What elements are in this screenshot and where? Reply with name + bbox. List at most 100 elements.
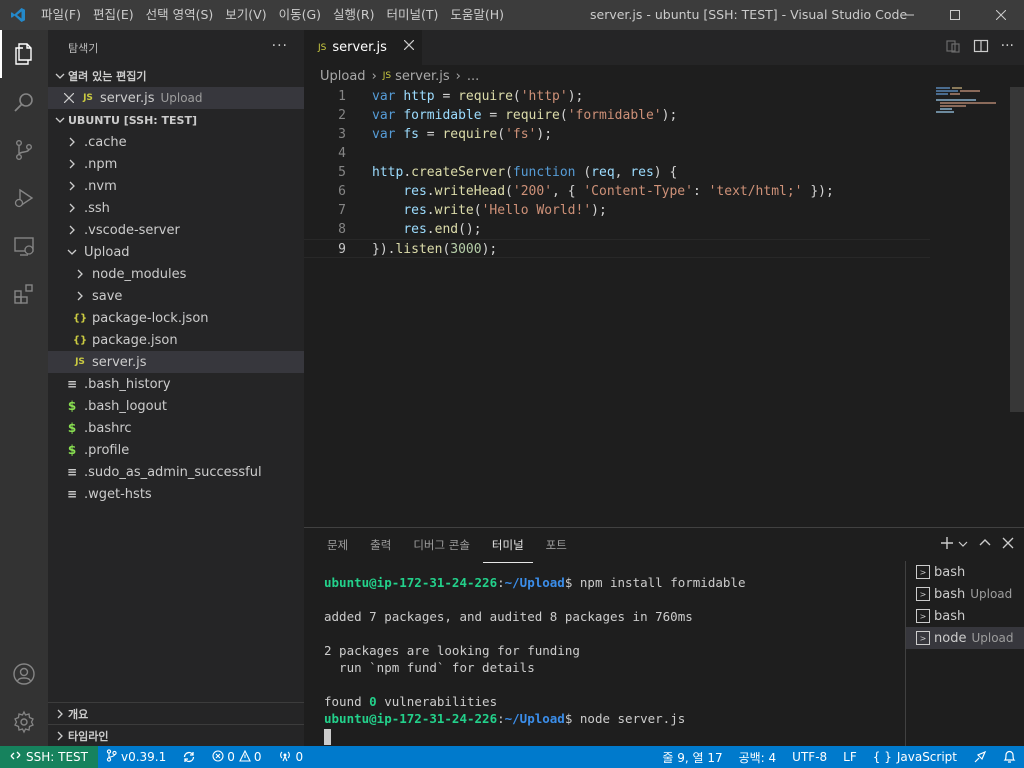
- tab-output[interactable]: 출력: [361, 528, 400, 563]
- tab-debug-console[interactable]: 디버그 콘솔: [404, 528, 479, 563]
- open-changes-icon[interactable]: [945, 38, 961, 58]
- sync-icon[interactable]: [174, 746, 204, 768]
- cursor-position[interactable]: 줄 9, 열 17: [654, 746, 730, 768]
- file-tree-item[interactable]: $ .profile: [48, 439, 304, 461]
- file-tree-item[interactable]: .npm: [48, 153, 304, 175]
- terminal-output[interactable]: ubuntu@ip-172-31-24-226:~/Upload$ npm in…: [324, 574, 904, 745]
- outline-section[interactable]: 개요: [48, 702, 304, 724]
- shell-file-icon: $: [67, 421, 77, 435]
- timeline-section[interactable]: 타임라인: [48, 724, 304, 746]
- terminal-icon: >: [916, 609, 930, 623]
- file-tree-item[interactable]: .ssh: [48, 197, 304, 219]
- tab-problems[interactable]: 문제: [318, 528, 357, 563]
- maximize-panel-icon[interactable]: [978, 536, 992, 554]
- file-tree-item[interactable]: ≡ .sudo_as_admin_successful: [48, 461, 304, 483]
- more-actions-icon[interactable]: ···: [1001, 38, 1014, 58]
- tab-terminal[interactable]: 터미널: [482, 528, 533, 563]
- workspace-section[interactable]: UBUNTU [SSH: TEST]: [48, 109, 304, 131]
- terminal-item[interactable]: > node Upload: [906, 627, 1024, 649]
- code-line: 9}).listen(3000);: [304, 239, 930, 258]
- file-tree-item[interactable]: save: [48, 285, 304, 307]
- more-actions-icon[interactable]: ···: [272, 38, 288, 54]
- chevron-down-icon[interactable]: [958, 538, 968, 553]
- ports-item[interactable]: 0: [270, 746, 312, 768]
- menu-terminal[interactable]: 터미널(T): [381, 0, 445, 30]
- file-tree-item[interactable]: Upload: [48, 241, 304, 263]
- line-number: 8: [338, 222, 346, 237]
- open-editor-item[interactable]: JS server.js Upload: [48, 87, 304, 109]
- tab-server-js[interactable]: JS server.js: [304, 30, 422, 65]
- file-tree-item[interactable]: $ .bashrc: [48, 417, 304, 439]
- line-number: 2: [338, 108, 346, 123]
- menu-go[interactable]: 이동(G): [273, 0, 327, 30]
- terminal-item[interactable]: > bash: [906, 561, 1024, 583]
- notifications-icon[interactable]: [995, 746, 1024, 768]
- extensions-icon[interactable]: [0, 270, 48, 318]
- terminal-name: node: [934, 630, 967, 646]
- file-tree-item[interactable]: $ .bash_logout: [48, 395, 304, 417]
- menu-run[interactable]: 실행(R): [327, 0, 380, 30]
- minimap[interactable]: [936, 87, 1006, 127]
- close-icon: [996, 10, 1006, 20]
- terminal-list: > bash > bash Upload > bash > node Upload: [905, 561, 1024, 747]
- breadcrumb-file[interactable]: server.js: [395, 69, 449, 84]
- feedback-icon[interactable]: [965, 746, 995, 768]
- open-editors-section[interactable]: 열려 있는 편집기: [48, 65, 304, 87]
- terminal-item[interactable]: > bash: [906, 605, 1024, 627]
- code-editor[interactable]: 1 var http = require('http'); 2 var formida…: [304, 87, 1024, 527]
- close-panel-icon[interactable]: [1002, 537, 1014, 553]
- menu-file[interactable]: 파일(F): [35, 0, 87, 30]
- breadcrumb-symbols[interactable]: ...: [467, 69, 479, 84]
- language-mode[interactable]: { } JavaScript: [865, 746, 965, 768]
- explorer-header: 탐색기 ···: [48, 30, 304, 65]
- maximize-button[interactable]: [932, 0, 978, 30]
- close-icon[interactable]: [48, 93, 74, 103]
- code-line: 3 var fs = require('fs');: [304, 125, 930, 144]
- file-tree-item[interactable]: node_modules: [48, 263, 304, 285]
- file-tree-item[interactable]: .nvm: [48, 175, 304, 197]
- terminal-name: bash: [934, 586, 966, 602]
- tab-ports[interactable]: 포트: [537, 528, 576, 563]
- split-editor-icon[interactable]: [973, 38, 989, 58]
- menu-help[interactable]: 도움말(H): [444, 0, 510, 30]
- file-tree-item[interactable]: {} package.json: [48, 329, 304, 351]
- new-terminal-icon[interactable]: [940, 536, 954, 554]
- file-tree-item[interactable]: .cache: [48, 131, 304, 153]
- text-file-icon: ≡: [66, 377, 78, 391]
- breadcrumb-folder[interactable]: Upload: [320, 69, 366, 84]
- settings-gear-icon[interactable]: [0, 698, 48, 746]
- terminal-text: found: [324, 694, 370, 709]
- account-icon[interactable]: [0, 650, 48, 698]
- run-debug-icon[interactable]: [0, 174, 48, 222]
- search-icon[interactable]: [0, 78, 48, 126]
- menu-selection[interactable]: 선택 영역(S): [140, 0, 220, 30]
- encoding[interactable]: UTF-8: [784, 746, 835, 768]
- branch-item[interactable]: v0.39.1: [98, 746, 174, 768]
- problems-item[interactable]: 0 0: [204, 746, 269, 768]
- prompt-sep: :: [497, 575, 505, 590]
- editor-scrollbar[interactable]: [1010, 87, 1024, 412]
- terminal-item[interactable]: > bash Upload: [906, 583, 1024, 605]
- end-of-line[interactable]: LF: [835, 746, 865, 768]
- remote-indicator[interactable]: SSH: TEST: [0, 746, 98, 768]
- file-tree-item[interactable]: JS server.js: [48, 351, 304, 373]
- terminal-line: added 7 packages, and audited 8 packages…: [324, 609, 693, 624]
- prompt-user: ubuntu@ip-172-31-24-226: [324, 711, 498, 726]
- file-tree-item[interactable]: ≡ .wget-hsts: [48, 483, 304, 505]
- close-tab-icon[interactable]: [403, 39, 415, 54]
- window-title: server.js - ubuntu [SSH: TEST] - Visual …: [590, 7, 908, 22]
- remote-explorer-icon[interactable]: [0, 222, 48, 270]
- file-tree-item[interactable]: ≡ .bash_history: [48, 373, 304, 395]
- close-window-button[interactable]: [978, 0, 1024, 30]
- source-control-icon[interactable]: [0, 126, 48, 174]
- file-tree-item[interactable]: {} package-lock.json: [48, 307, 304, 329]
- minimize-button[interactable]: [886, 0, 932, 30]
- indentation[interactable]: 공백: 4: [731, 746, 785, 768]
- code-text: var http = require('http');: [372, 89, 584, 104]
- file-tree-item[interactable]: .vscode-server: [48, 219, 304, 241]
- files-icon[interactable]: [0, 30, 48, 78]
- maximize-icon: [950, 10, 960, 20]
- menu-view[interactable]: 보기(V): [219, 0, 272, 30]
- menu-edit[interactable]: 편집(E): [87, 0, 140, 30]
- line-number: 3: [338, 127, 346, 142]
